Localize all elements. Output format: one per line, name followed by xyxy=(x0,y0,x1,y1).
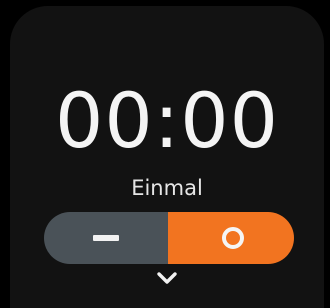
repeat-label[interactable]: Einmal xyxy=(10,174,324,202)
dash-icon xyxy=(93,235,119,241)
toggle-on-segment[interactable] xyxy=(168,212,294,264)
chevron-down-icon[interactable] xyxy=(156,270,178,286)
on-off-toggle[interactable] xyxy=(44,212,294,264)
toggle-off-segment[interactable] xyxy=(44,212,168,264)
time-display[interactable]: 00:00 xyxy=(10,76,324,166)
watch-screen: 00:00 Einmal xyxy=(10,6,324,308)
ring-icon xyxy=(222,227,244,249)
